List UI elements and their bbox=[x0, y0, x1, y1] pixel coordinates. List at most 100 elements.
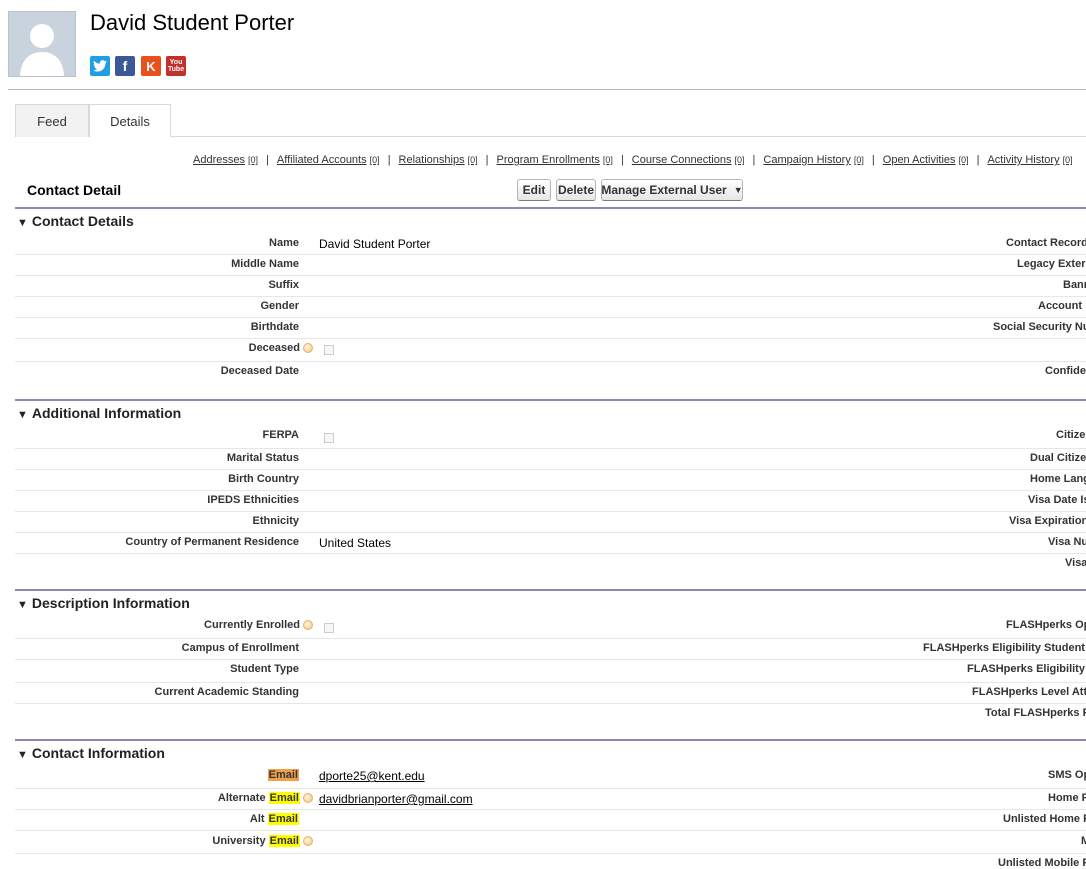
collapse-triangle-icon: ▼ bbox=[17, 217, 28, 229]
help-icon[interactable] bbox=[303, 793, 313, 804]
field-label: Current Academic Standing bbox=[154, 686, 299, 698]
detail-row: Campus of Enrollment FLASHperks Eligibil… bbox=[15, 638, 1086, 660]
detail-row: Marital Status Dual Citize bbox=[15, 448, 1086, 470]
chevron-down-icon: ▼ bbox=[733, 185, 743, 195]
field-label: Campus of Enrollment bbox=[181, 642, 299, 654]
manage-external-user-button[interactable]: Manage External User ▼ bbox=[601, 179, 743, 201]
link-count: [0] bbox=[853, 155, 864, 165]
deceased-label: Deceased bbox=[248, 342, 300, 354]
detail-row: Current Academic Standing FLASHperks Lev… bbox=[15, 682, 1086, 704]
section-title: Contact Information bbox=[31, 745, 165, 761]
youtube-glyph: You Tube bbox=[167, 59, 185, 73]
email-highlight: Email bbox=[267, 813, 299, 825]
delete-button[interactable]: Delete bbox=[556, 179, 596, 201]
tab-feed[interactable]: Feed bbox=[15, 104, 89, 137]
manage-external-user-label: Manage External User bbox=[601, 183, 727, 197]
detail-row: Unlisted Mobile P bbox=[15, 853, 1086, 869]
field-label: Marital Status bbox=[226, 452, 299, 464]
right-field-label: Visa Date Is bbox=[1028, 494, 1086, 506]
detail-row: Student Type FLASHperks Eligibility bbox=[15, 659, 1086, 683]
activity-history-link[interactable]: Activity History bbox=[987, 154, 1059, 166]
contact-detail-title: Contact Detail bbox=[27, 182, 122, 198]
klout-glyph: K bbox=[146, 58, 156, 74]
section-contact-details[interactable]: ▼ Contact Details bbox=[17, 213, 134, 229]
detail-row: Suffix Bann bbox=[15, 275, 1086, 297]
relationships-link[interactable]: Relationships bbox=[399, 154, 465, 166]
email-highlight: Email bbox=[267, 769, 299, 781]
field-label: Suffix bbox=[268, 279, 299, 291]
help-icon[interactable] bbox=[303, 836, 313, 847]
program-enrollments-link[interactable]: Program Enrollments bbox=[497, 154, 600, 166]
field-label: Student Type bbox=[230, 663, 299, 675]
twitter-icon[interactable] bbox=[90, 56, 110, 76]
edit-button[interactable]: Edit bbox=[517, 179, 551, 201]
right-field-label: Social Security Nu bbox=[993, 321, 1086, 333]
right-field-label: Dual Citize bbox=[1030, 452, 1086, 464]
facebook-glyph: f bbox=[122, 58, 128, 74]
field-label: Middle Name bbox=[231, 258, 299, 270]
campaign-history-link[interactable]: Campaign History bbox=[763, 154, 850, 166]
alternate-email-link[interactable]: davidbrianporter@gmail.com bbox=[319, 792, 473, 806]
email-link[interactable]: dporte25@kent.edu bbox=[319, 769, 425, 783]
related-link-item: Addresses [0] bbox=[193, 154, 258, 166]
detail-row: Alt Email Unlisted Home P bbox=[15, 809, 1086, 831]
tab-divider bbox=[171, 136, 1086, 137]
tab-details[interactable]: Details bbox=[89, 104, 171, 137]
link-count: [0] bbox=[248, 155, 259, 165]
right-field-label: Total FLASHperks P bbox=[985, 707, 1086, 719]
right-field-label: Bann bbox=[1063, 279, 1086, 291]
field-label: Gender bbox=[260, 300, 299, 312]
email-highlight: Email bbox=[268, 792, 300, 804]
link-count: [0] bbox=[467, 155, 478, 165]
section-contact-information[interactable]: ▼ Contact Information bbox=[17, 745, 165, 761]
section-divider bbox=[15, 739, 1086, 741]
right-field-label: Confide bbox=[1045, 365, 1086, 377]
section-additional-information[interactable]: ▼ Additional Information bbox=[17, 405, 181, 421]
klout-icon[interactable]: K bbox=[141, 56, 161, 76]
collapse-triangle-icon: ▼ bbox=[17, 409, 28, 421]
currently-enrolled-checkbox bbox=[324, 623, 334, 633]
help-icon[interactable] bbox=[303, 343, 313, 354]
field-label: FERPA bbox=[262, 429, 299, 441]
link-count: [0] bbox=[958, 155, 969, 165]
related-list-links: Addresses [0] | Affiliated Accounts [0] | Re… bbox=[193, 154, 1073, 166]
detail-row: University Email M bbox=[15, 830, 1086, 854]
right-field-label: Account bbox=[1038, 300, 1082, 312]
facebook-icon[interactable]: f bbox=[115, 56, 135, 76]
field-value: United States bbox=[319, 536, 392, 550]
right-field-label: Visa Nu bbox=[1048, 536, 1086, 548]
help-icon[interactable] bbox=[303, 620, 313, 631]
field-label: IPEDS Ethnicities bbox=[207, 494, 299, 506]
open-activities-link[interactable]: Open Activities bbox=[883, 154, 956, 166]
right-field-label: Visa bbox=[1065, 557, 1086, 569]
detail-row: Total FLASHperks P bbox=[15, 703, 1086, 724]
field-value: davidbrianporter@gmail.com bbox=[319, 792, 473, 806]
field-label: Ethnicity bbox=[252, 515, 299, 527]
detail-row: Deceased Date Confide bbox=[15, 361, 1086, 382]
section-description-information[interactable]: ▼ Description Information bbox=[17, 595, 190, 611]
email-highlight: Email bbox=[268, 835, 300, 847]
right-field-label: Visa Expiration bbox=[1009, 515, 1086, 527]
right-field-label: Citize bbox=[1056, 429, 1086, 441]
field-label: University Email bbox=[212, 835, 313, 847]
field-label: Birth Country bbox=[228, 473, 299, 485]
label-prefix: Alt bbox=[249, 813, 265, 825]
field-label: Alternate Email bbox=[218, 792, 313, 804]
detail-row: Ethnicity Visa Expiration bbox=[15, 511, 1086, 533]
affiliated-accounts-link[interactable]: Affiliated Accounts bbox=[277, 154, 367, 166]
collapse-triangle-icon: ▼ bbox=[17, 599, 28, 611]
detail-row: Name David Student Porter Contact Record bbox=[15, 233, 1086, 255]
right-field-label: FLASHperks Level Att bbox=[972, 686, 1086, 698]
field-label: Deceased bbox=[249, 342, 313, 354]
right-field-label: FLASHperks Eligibility bbox=[967, 663, 1085, 675]
addresses-link[interactable]: Addresses bbox=[193, 154, 245, 166]
youtube-icon[interactable]: You Tube bbox=[166, 56, 186, 76]
field-label: Email bbox=[267, 769, 299, 781]
detail-row: Birth Country Home Lang bbox=[15, 469, 1086, 491]
right-field-label: SMS Op bbox=[1048, 769, 1086, 781]
currently-enrolled-label: Currently Enrolled bbox=[204, 619, 300, 631]
section-title: Description Information bbox=[31, 595, 190, 611]
ferpa-checkbox bbox=[324, 433, 334, 443]
course-connections-link[interactable]: Course Connections bbox=[632, 154, 732, 166]
right-field-label: Home Lang bbox=[1030, 473, 1086, 485]
